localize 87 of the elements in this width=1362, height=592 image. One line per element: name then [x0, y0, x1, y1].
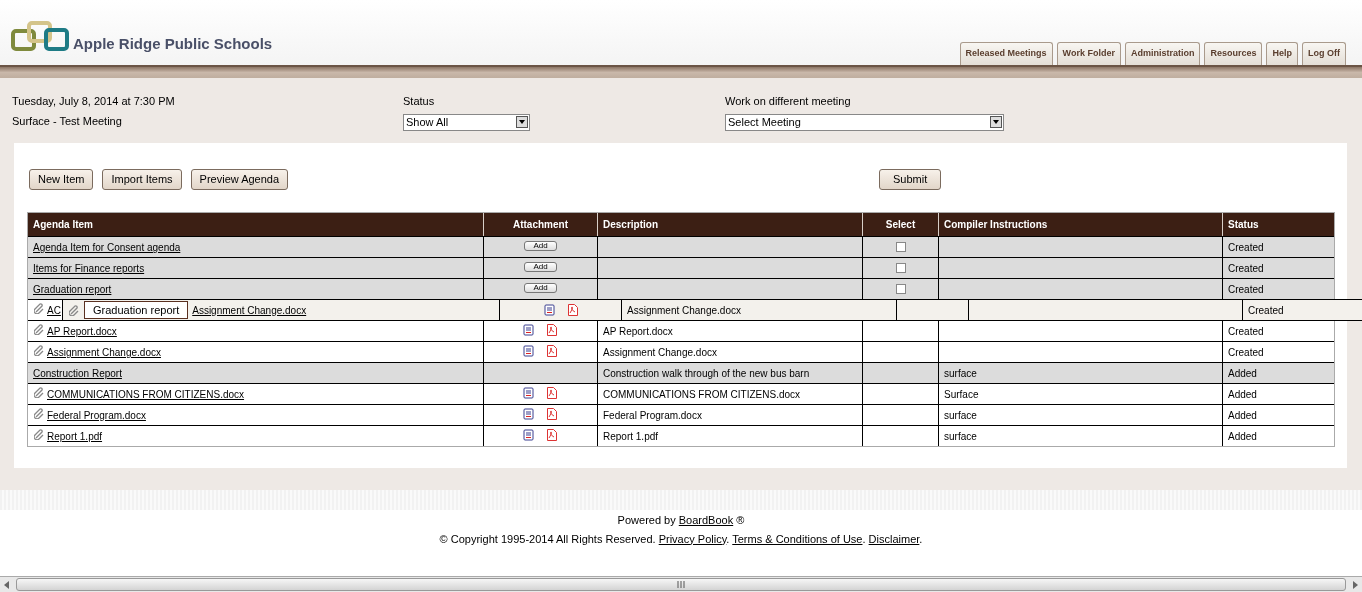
- attachment-link[interactable]: Assignment Change.docx: [192, 302, 307, 318]
- meeting-date: Tuesday, July 8, 2014 at 7:30 PM: [12, 94, 176, 109]
- description-text: Report 1.pdf: [602, 430, 659, 444]
- pdf-icon[interactable]: [546, 408, 557, 420]
- status-text: Created: [1227, 325, 1264, 339]
- status-text: Created: [1247, 303, 1284, 318]
- nav-tab[interactable]: Administration: [1124, 42, 1201, 65]
- paperclip-icon: [34, 408, 45, 419]
- pdf-icon[interactable]: [546, 345, 557, 357]
- paperclip-icon: [34, 387, 45, 398]
- status-text: Added: [1227, 430, 1257, 444]
- document-icon[interactable]: [523, 429, 534, 441]
- pdf-icon[interactable]: [546, 387, 557, 399]
- paperclip-icon: [34, 324, 45, 335]
- document-icon[interactable]: [523, 387, 534, 399]
- status-text: Added: [1227, 388, 1257, 402]
- description-text: Federal Program.docx: [602, 409, 702, 423]
- status-text: Created: [1227, 283, 1264, 297]
- status-text: Added: [1227, 409, 1257, 423]
- status-label: Status: [403, 94, 436, 109]
- agenda-item-link[interactable]: Construction Report: [28, 366, 122, 381]
- add-button[interactable]: Add: [524, 283, 557, 293]
- status-text: Created: [1227, 262, 1264, 276]
- paperclip-icon: [34, 429, 45, 440]
- powered-by-text: Powered by BoardBook ®: [617, 513, 745, 528]
- paperclip-icon: [34, 345, 45, 356]
- paperclip-icon: [69, 304, 80, 316]
- boardbook-link[interactable]: BoardBook: [678, 514, 734, 526]
- compiler-instructions-text: surface: [943, 367, 977, 381]
- nav-tab[interactable]: Work Folder: [1056, 42, 1121, 65]
- copyright-notice: © Copyright 1995-2014 All Rights Reserved. Privacy Policy. Terms & Conditions of Use. Disclaimer.: [439, 531, 923, 547]
- add-button[interactable]: Add: [524, 262, 557, 272]
- attachment-link[interactable]: Federal Program.docx: [47, 408, 146, 423]
- drag-tooltip: Graduation report: [84, 301, 189, 319]
- caret-icon: [516, 116, 528, 128]
- footer-link[interactable]: Disclaimer: [868, 532, 920, 545]
- agenda-item-link[interactable]: Graduation report: [28, 282, 112, 297]
- school-name: Apple Ridge Public Schools: [73, 36, 273, 51]
- attachment-link[interactable]: Report 1.pdf: [47, 429, 103, 444]
- compiler-instructions-text: surface: [943, 409, 977, 423]
- description-text: Assignment Change.docx: [602, 346, 717, 360]
- nav-tab[interactable]: Help: [1266, 42, 1298, 65]
- select-checkbox[interactable]: [895, 263, 906, 273]
- description-text: AP Report.docx: [602, 325, 673, 339]
- description-text: COMMUNICATIONS FROM CITIZENS.docx: [602, 388, 801, 402]
- toolbar-button[interactable]: Preview Agenda: [190, 169, 289, 190]
- nav-tab[interactable]: Released Meetings: [959, 42, 1053, 65]
- select-checkbox[interactable]: [895, 284, 906, 294]
- agenda-item-link[interactable]: Agenda Item for Consent agenda: [28, 240, 181, 255]
- document-icon[interactable]: [523, 345, 534, 357]
- grip-icon: [677, 581, 685, 588]
- attachment-link[interactable]: AC: [47, 303, 61, 318]
- meeting-name: Surface - Test Meeting: [12, 113, 123, 129]
- document-icon[interactable]: [523, 408, 534, 420]
- nav-tab[interactable]: Resources: [1204, 42, 1263, 65]
- compiler-instructions-text: Surface: [943, 388, 979, 402]
- toolbar-button[interactable]: Import Items: [102, 169, 182, 190]
- logo-icon: [11, 21, 69, 51]
- column-header: Status: [1227, 218, 1260, 232]
- status-text: Created: [1227, 241, 1264, 255]
- status-dropdown[interactable]: Show All: [403, 113, 530, 131]
- attachment-link[interactable]: COMMUNICATIONS FROM CITIZENS.docx: [47, 387, 245, 402]
- meeting-dropdown[interactable]: Select Meeting: [725, 113, 1004, 131]
- meeting-select-label: Work on different meeting: [725, 94, 852, 109]
- caret-icon: [990, 116, 1002, 128]
- add-button[interactable]: Add: [524, 241, 557, 251]
- description-text: Assignment Change.docx: [626, 303, 741, 318]
- select-checkbox[interactable]: [895, 242, 906, 252]
- nav-tab[interactable]: Log Off: [1302, 42, 1346, 65]
- document-icon[interactable]: [544, 304, 555, 316]
- attachment-link[interactable]: Assignment Change.docx: [47, 345, 161, 360]
- attachment-link[interactable]: AP Report.docx: [47, 324, 117, 339]
- compiler-instructions-text: surface: [943, 430, 977, 444]
- description-text: Construction walk through of the new bus barn: [602, 367, 810, 381]
- status-text: Added: [1227, 367, 1257, 381]
- dragged-row[interactable]: Graduation report Assignment Change.docx Assignment Change.docx Created: [62, 299, 1362, 321]
- horizontal-scrollbar[interactable]: [0, 576, 1362, 592]
- paperclip-icon: [34, 303, 45, 314]
- pdf-icon[interactable]: [546, 324, 557, 336]
- status-text: Created: [1227, 346, 1264, 360]
- pdf-icon[interactable]: [546, 429, 557, 441]
- toolbar-button[interactable]: New Item: [29, 169, 94, 190]
- agenda-item-link[interactable]: Items for Finance reports: [28, 261, 145, 276]
- submit-button[interactable]: Submit: [879, 169, 942, 190]
- pdf-icon[interactable]: [567, 304, 578, 316]
- scrollbar-thumb[interactable]: [16, 578, 1346, 591]
- document-icon[interactable]: [523, 324, 534, 336]
